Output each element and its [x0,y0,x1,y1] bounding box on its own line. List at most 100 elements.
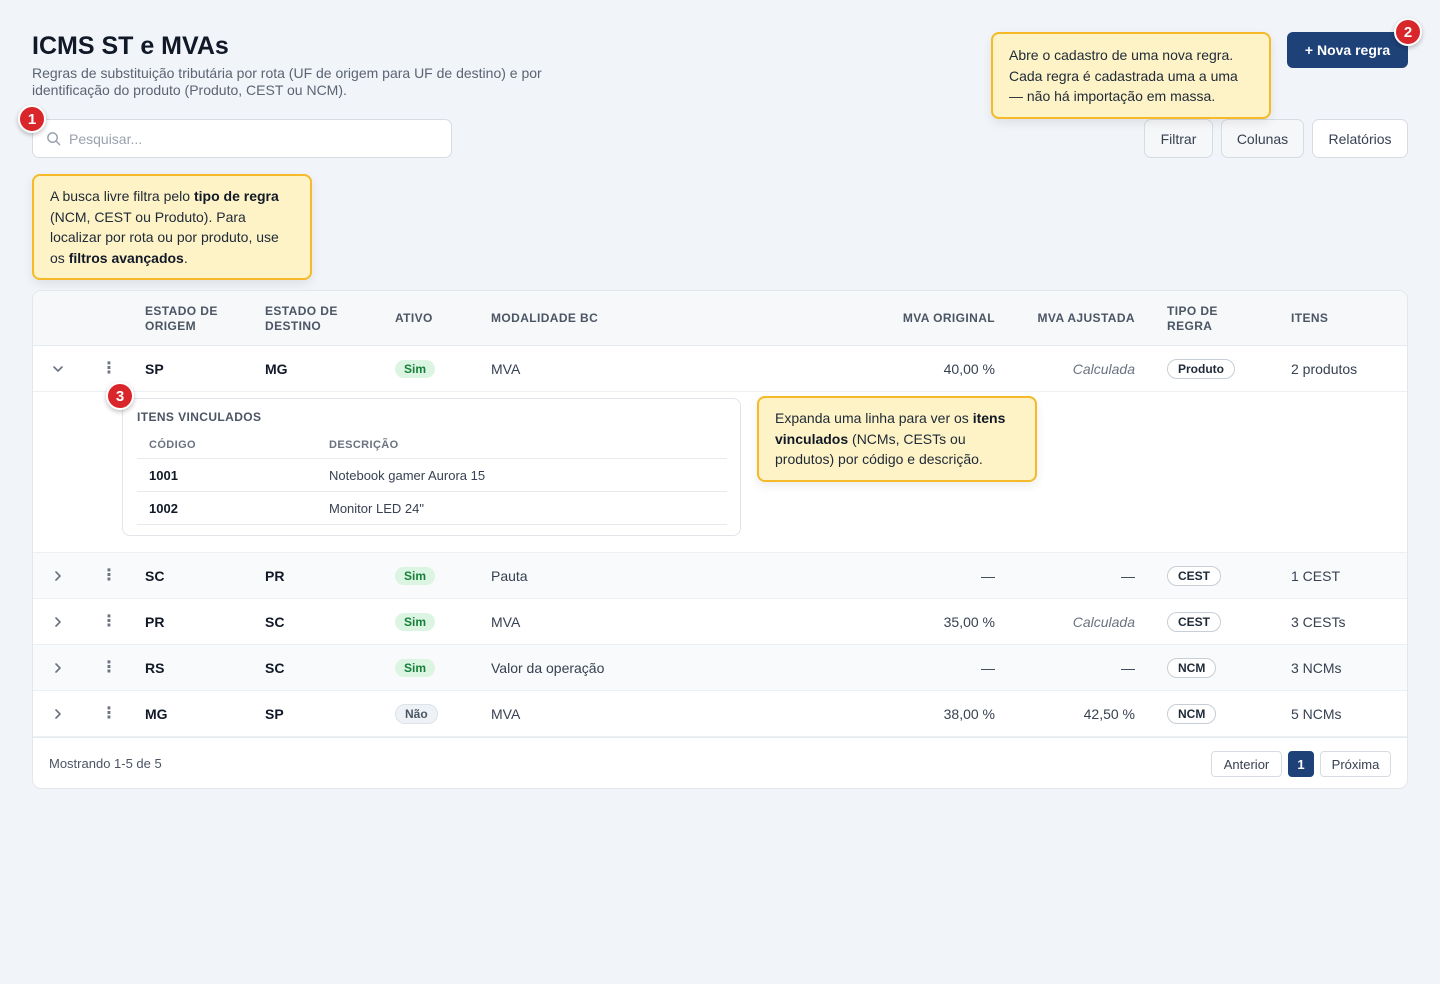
linked-items-title: ITENS VINCULADOS [137,410,262,424]
linked-items-header: CÓDIGO DESCRIÇÃO [137,435,727,459]
kebab-icon: ⋮ [101,613,117,630]
table-row[interactable]: ⋮ SC PR Sim Pauta — — CEST 1 CEST [33,553,1407,599]
row-menu-button[interactable]: ⋮ [101,553,117,599]
status-badge: Sim [395,360,436,378]
previous-page-button[interactable]: Anterior [1211,751,1282,777]
chevron-right-icon [55,663,61,673]
search-box[interactable] [32,119,452,158]
header-mva-original[interactable]: MVA ORIGINAL [853,311,995,326]
kebab-icon: ⋮ [101,659,117,676]
page-title: ICMS ST e MVAs [32,32,229,60]
header-dest[interactable]: ESTADO DE DESTINO [265,304,355,334]
cell-mva-original: — [981,568,995,584]
cell-mva-original: — [981,660,995,676]
table-header: ESTADO DE ORIGEM ESTADO DE DESTINO ATIVO… [33,291,1407,346]
header-modality[interactable]: MODALIDADE BC [491,311,598,326]
linked-items-panel: ITENS VINCULADOS CÓDIGO DESCRIÇÃO 1001 N… [122,398,741,536]
kebab-icon: ⋮ [101,567,117,584]
status-badge: Sim [395,567,436,585]
next-page-button[interactable]: Próxima [1320,751,1391,777]
expand-row-button[interactable] [50,645,66,691]
cell-dest: SC [265,660,285,676]
callout-new-rule-help: Abre o cadastro de uma nova regra. Cada … [991,32,1271,119]
cell-origin: SC [145,568,165,584]
callout-text: Abre o cadastro de uma nova regra. Cada … [1009,47,1238,104]
header-active[interactable]: ATIVO [395,311,433,326]
table-row[interactable]: ⋮ MG SP Não MVA 38,00 % 42,50 % NCM 5 NC… [33,691,1407,737]
callout-search-help: A busca livre filtra pelo tipo de regra … [32,174,312,280]
table-row[interactable]: ⋮ SP MG Sim MVA 40,00 % Calculada Produt… [33,346,1407,392]
row-menu-button[interactable]: ⋮ [101,691,117,737]
linked-item-desc: Monitor LED 24" [329,501,424,516]
cell-mva-original: 35,00 % [943,614,995,630]
expand-row-button[interactable] [50,691,66,737]
row-menu-button[interactable]: ⋮ [101,599,117,645]
callout-bold: filtros avançados [68,249,184,266]
cell-dest: MG [265,361,288,377]
rule-type-badge: CEST [1167,612,1222,632]
header-rule-type[interactable]: TIPO DE REGRA [1167,304,1237,334]
callout-text: A busca livre filtra pelo [50,188,194,204]
expand-row-button[interactable] [50,599,66,645]
linked-item-desc: Notebook gamer Aurora 15 [329,468,486,483]
cell-mva-adjusted: — [1121,568,1135,584]
cell-origin: RS [145,660,165,676]
cell-items: 2 produtos [1291,361,1358,377]
rules-table: ESTADO DE ORIGEM ESTADO DE DESTINO ATIVO… [32,290,1408,789]
reports-button[interactable]: Relatórios [1312,119,1408,158]
cell-origin: PR [145,614,165,630]
cell-modality: Pauta [491,568,528,584]
cell-dest: SP [265,706,284,722]
pagination-summary: Mostrando 1-5 de 5 [49,756,162,771]
rule-type-badge: NCM [1167,704,1217,724]
linked-header-desc: DESCRIÇÃO [329,439,399,451]
cell-modality: Valor da operação [491,660,605,676]
collapse-row-button[interactable] [50,346,66,392]
cell-dest: PR [265,568,285,584]
cell-origin: SP [145,361,164,377]
cell-mva-original: 38,00 % [943,706,995,722]
linked-item-code: 1002 [149,501,178,516]
expand-row-button[interactable] [50,553,66,599]
cell-origin: MG [145,706,168,722]
header-origin[interactable]: ESTADO DE ORIGEM [145,304,235,334]
callout-text: Expanda uma linha para ver os [775,410,973,426]
chevron-right-icon [55,709,61,719]
search-input[interactable] [69,130,429,147]
row-menu-button[interactable]: ⋮ [101,645,117,691]
step-badge-1: 1 [18,105,46,133]
status-badge: Sim [395,659,436,677]
table-row[interactable]: ⋮ PR SC Sim MVA 35,00 % Calculada CEST 3… [33,599,1407,645]
table-row[interactable]: ⋮ RS SC Sim Valor da operação — — NCM 3 … [33,645,1407,691]
header-mva-adjusted[interactable]: MVA AJUSTADA [995,311,1135,326]
cell-mva-adjusted: Calculada [1072,614,1135,630]
search-icon [47,132,61,146]
kebab-icon: ⋮ [101,360,117,377]
chevron-right-icon [55,617,61,627]
table-footer: Mostrando 1-5 de 5 Anterior 1 Próxima [33,737,1407,788]
cell-mva-adjusted: — [1121,660,1135,676]
columns-button[interactable]: Colunas [1221,119,1304,158]
linked-header-code: CÓDIGO [149,439,197,451]
callout-expand-help: Expanda uma linha para ver os itens vinc… [757,396,1037,482]
chevron-down-icon [53,366,63,372]
cell-items: 3 CESTs [1291,614,1346,630]
step-badge-3: 3 [106,382,134,410]
step-badge-2: 2 [1394,18,1422,46]
linked-item-row: 1002 Monitor LED 24" [137,492,727,525]
cell-modality: MVA [491,614,521,630]
cell-mva-adjusted: 42,50 % [1083,706,1135,722]
header-items[interactable]: ITENS [1291,311,1328,326]
page-subtitle: Regras de substituição tributária por ro… [32,65,542,98]
status-badge: Não [395,704,438,724]
filter-button[interactable]: Filtrar [1144,119,1213,158]
cell-mva-original: 40,00 % [943,361,995,377]
page-1-button[interactable]: 1 [1288,751,1314,777]
cell-dest: SC [265,614,285,630]
rule-type-badge: Produto [1167,359,1235,379]
kebab-icon: ⋮ [101,705,117,722]
linked-item-row: 1001 Notebook gamer Aurora 15 [137,459,727,492]
new-rule-button[interactable]: + Nova regra [1287,32,1408,68]
expanded-row-details: ITENS VINCULADOS CÓDIGO DESCRIÇÃO 1001 N… [33,392,1407,553]
linked-item-code: 1001 [149,468,178,483]
